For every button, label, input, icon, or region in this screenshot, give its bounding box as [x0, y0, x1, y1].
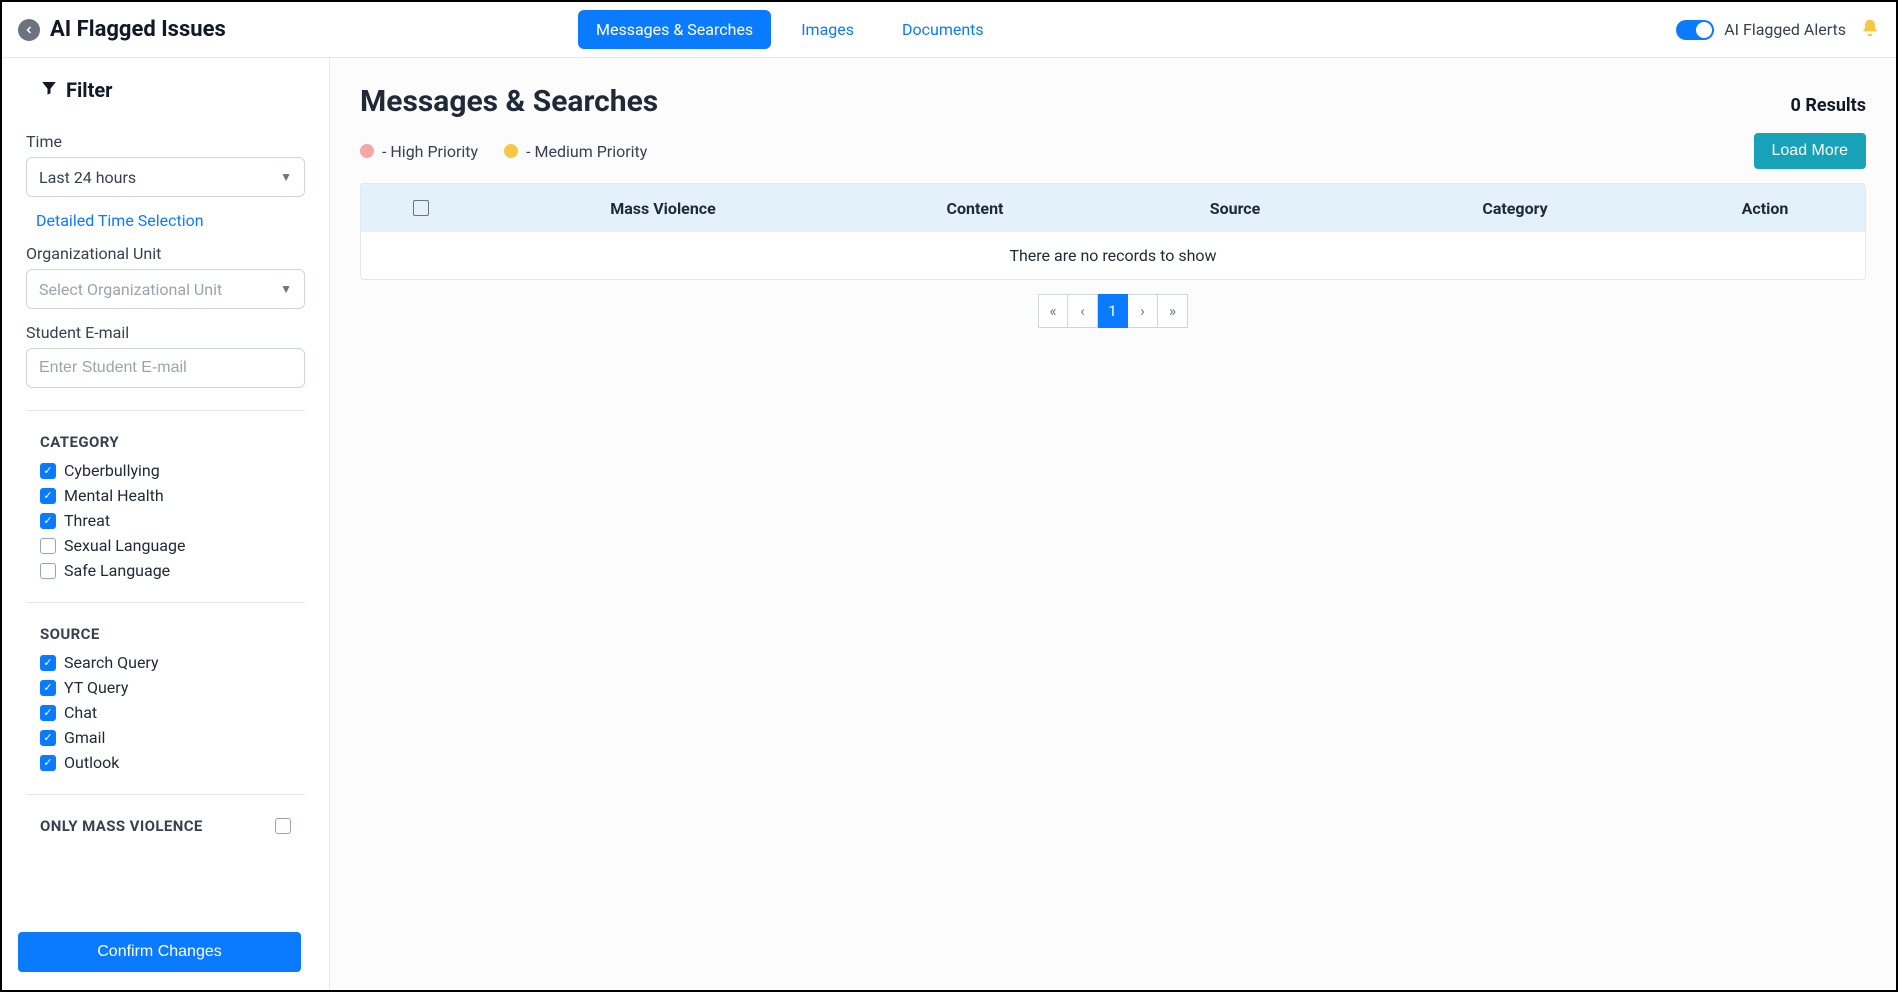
org-unit-select[interactable]: Select Organizational Unit ▼ — [26, 269, 305, 309]
category-safe-language[interactable]: Safe Language — [40, 561, 305, 580]
divider — [26, 794, 305, 795]
org-unit-label: Organizational Unit — [26, 244, 305, 263]
category-cyberbullying[interactable]: Cyberbullying — [40, 461, 305, 480]
page-last[interactable]: » — [1158, 294, 1188, 328]
checkbox-icon — [40, 513, 56, 529]
checkbox-icon — [40, 705, 56, 721]
category-label: Safe Language — [64, 561, 170, 580]
time-label: Time — [26, 132, 305, 151]
category-label: Mental Health — [64, 486, 164, 505]
tab-documents[interactable]: Documents — [884, 10, 1002, 49]
category-label: Sexual Language — [64, 536, 185, 555]
filter-sidebar: Filter Time Last 24 hours ▼ Detailed Tim… — [2, 58, 330, 990]
load-more-button[interactable]: Load More — [1754, 133, 1867, 169]
source-gmail[interactable]: Gmail — [40, 728, 305, 747]
col-mass-violence: Mass Violence — [481, 199, 845, 218]
col-content: Content — [845, 199, 1105, 218]
main-title: Messages & Searches — [360, 84, 658, 119]
checkbox-icon — [40, 655, 56, 671]
category-sexual-language[interactable]: Sexual Language — [40, 536, 305, 555]
legend-high-priority: - High Priority — [360, 142, 478, 161]
tab-messages-searches[interactable]: Messages & Searches — [578, 10, 771, 49]
source-outlook[interactable]: Outlook — [40, 753, 305, 772]
source-yt-query[interactable]: YT Query — [40, 678, 305, 697]
bell-icon[interactable] — [1860, 18, 1880, 42]
confirm-changes-button[interactable]: Confirm Changes — [18, 932, 301, 972]
source-label: Outlook — [64, 753, 119, 772]
results-count: 0 Results — [1791, 95, 1866, 116]
page-prev[interactable]: ‹ — [1068, 294, 1098, 328]
checkbox-icon — [40, 463, 56, 479]
dot-high-icon — [360, 144, 374, 158]
back-icon[interactable] — [18, 19, 40, 41]
col-action: Action — [1665, 199, 1865, 218]
checkbox-icon — [40, 563, 56, 579]
empty-state-text: There are no records to show — [361, 232, 1865, 279]
chevron-down-icon: ▼ — [280, 282, 292, 296]
source-head: SOURCE — [40, 625, 305, 643]
col-category: Category — [1365, 199, 1665, 218]
page-title: AI Flagged Issues — [50, 17, 226, 42]
source-chat[interactable]: Chat — [40, 703, 305, 722]
legend-high-label: - High Priority — [382, 142, 478, 161]
category-label: Threat — [64, 511, 110, 530]
alerts-toggle[interactable] — [1676, 20, 1714, 40]
category-mental-health[interactable]: Mental Health — [40, 486, 305, 505]
page-current[interactable]: 1 — [1098, 294, 1128, 328]
alerts-toggle-label: AI Flagged Alerts — [1724, 20, 1846, 39]
chevron-down-icon: ▼ — [280, 170, 292, 184]
category-head: CATEGORY — [40, 433, 305, 451]
only-mass-violence-label: ONLY MASS VIOLENCE — [40, 817, 203, 835]
divider — [26, 410, 305, 411]
time-select[interactable]: Last 24 hours ▼ — [26, 157, 305, 197]
results-table: Mass Violence Content Source Category Ac… — [360, 183, 1866, 280]
divider — [26, 602, 305, 603]
source-label: Gmail — [64, 728, 105, 747]
source-label: Search Query — [64, 653, 159, 672]
detailed-time-link[interactable]: Detailed Time Selection — [36, 211, 305, 230]
tab-images[interactable]: Images — [783, 10, 872, 49]
source-label: YT Query — [64, 678, 128, 697]
main-panel: Messages & Searches 0 Results - High Pri… — [330, 58, 1896, 990]
only-mass-violence-checkbox[interactable] — [275, 818, 291, 834]
time-select-value: Last 24 hours — [39, 168, 136, 187]
legend-medium-priority: - Medium Priority — [504, 142, 647, 161]
page-next[interactable]: › — [1128, 294, 1158, 328]
checkbox-icon — [40, 488, 56, 504]
filter-icon — [40, 79, 58, 101]
filter-title: Filter — [66, 78, 112, 102]
student-email-input[interactable] — [26, 348, 305, 388]
checkbox-icon — [40, 730, 56, 746]
category-threat[interactable]: Threat — [40, 511, 305, 530]
category-label: Cyberbullying — [64, 461, 160, 480]
dot-medium-icon — [504, 144, 518, 158]
legend-medium-label: - Medium Priority — [526, 142, 647, 161]
student-email-label: Student E-mail — [26, 323, 305, 342]
checkbox-icon — [40, 680, 56, 696]
checkbox-icon — [40, 538, 56, 554]
page-first[interactable]: « — [1038, 294, 1068, 328]
col-source: Source — [1105, 199, 1365, 218]
select-all-checkbox[interactable] — [413, 200, 429, 216]
org-unit-placeholder: Select Organizational Unit — [39, 280, 222, 299]
source-search-query[interactable]: Search Query — [40, 653, 305, 672]
checkbox-icon — [40, 755, 56, 771]
source-label: Chat — [64, 703, 97, 722]
